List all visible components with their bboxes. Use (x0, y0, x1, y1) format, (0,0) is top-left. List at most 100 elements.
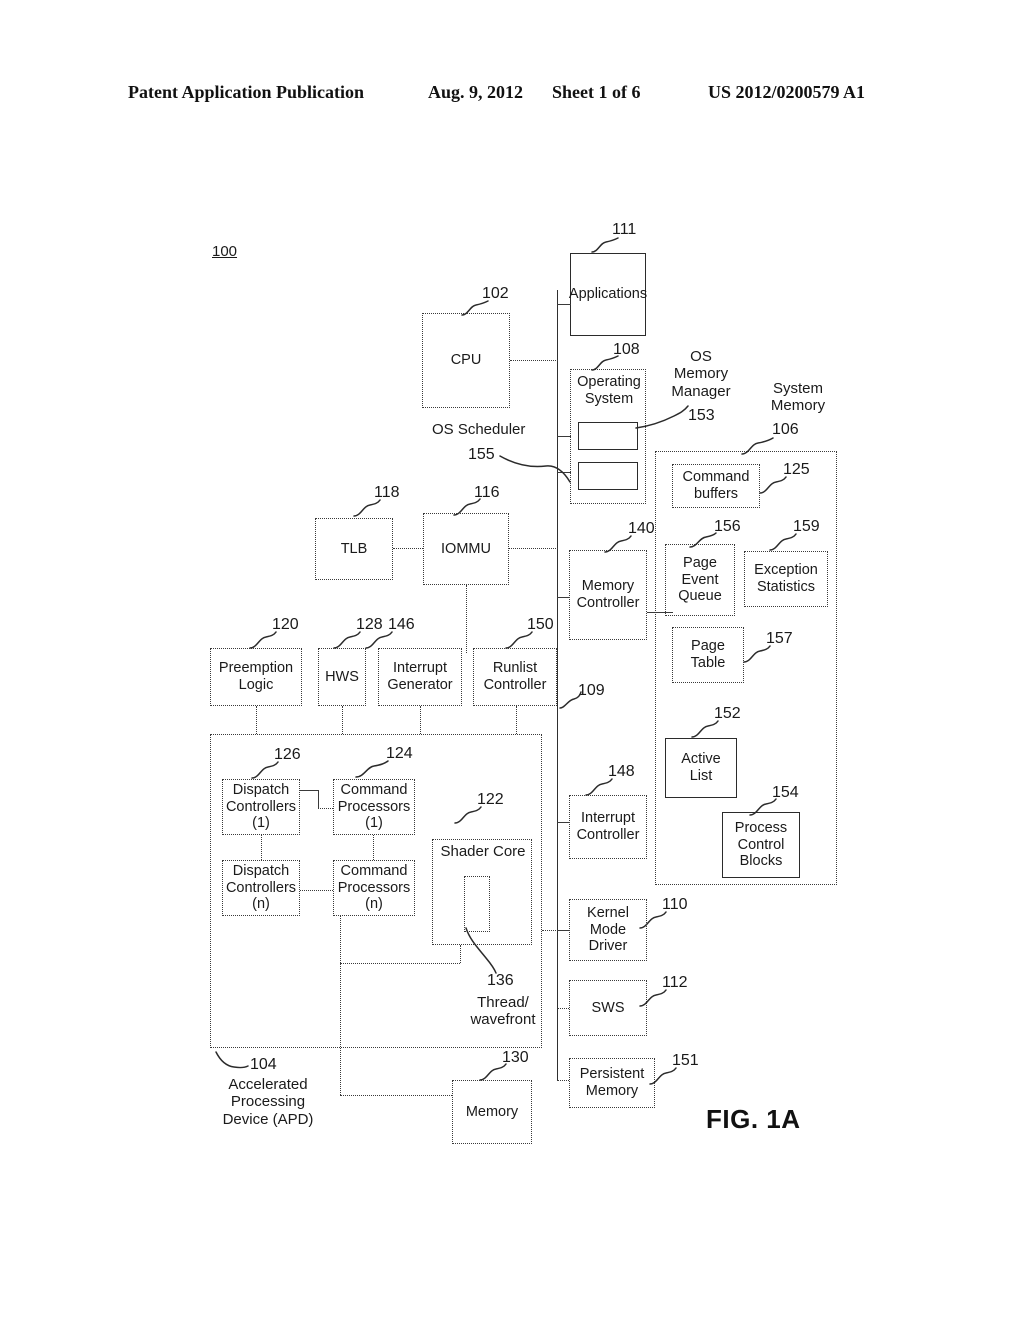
block-dispatch-controllers-1-label: Dispatch Controllers (1) (225, 781, 297, 832)
conn-shadercore-left (340, 963, 460, 964)
block-command-processors-n[interactable]: Command Processors (n) (333, 860, 415, 916)
block-cpu-label: CPU (450, 352, 482, 369)
ref-110: 110 (662, 896, 688, 913)
figure-caption: FIG. 1A (706, 1104, 801, 1134)
block-cpu[interactable]: CPU (422, 313, 510, 408)
conn-iommu-down (466, 585, 467, 653)
block-page-event-queue-label: Page Event Queue (678, 554, 722, 605)
ref-126: 126 (274, 746, 301, 763)
block-persistent-memory[interactable]: Persistent Memory (569, 1058, 655, 1108)
block-os-subcomponent-lower[interactable] (578, 462, 638, 490)
conn-bus-sws (557, 1008, 569, 1009)
block-exception-statistics[interactable]: Exception Statistics (744, 551, 828, 607)
block-shader-core-thread-unit[interactable] (464, 876, 490, 932)
block-kernel-mode-driver-label: Kernel Mode Driver (587, 904, 629, 955)
block-runlist-controller[interactable]: Runlist Controller (473, 648, 557, 706)
block-command-processors-1-label: Command Processors (1) (337, 781, 411, 832)
block-os-subcomponent-upper[interactable] (578, 422, 638, 450)
ref-155-leader (499, 455, 571, 483)
page-header: Patent Application Publication Aug. 9, 2… (0, 82, 1024, 112)
block-memory[interactable]: Memory (452, 1080, 532, 1144)
block-sws[interactable]: SWS (569, 980, 647, 1036)
conn-bus-applications (557, 304, 571, 305)
header-patent-number: US 2012/0200579 A1 (708, 82, 866, 102)
ref-159: 159 (793, 518, 820, 535)
ref-128: 128 (356, 616, 383, 633)
block-operating-system[interactable]: Operating System (570, 369, 646, 504)
ref-136: 136 (487, 972, 514, 989)
block-command-buffers[interactable]: Command buffers (672, 464, 760, 508)
label-apd: Accelerated Processing Device (APD) (222, 1076, 314, 1128)
ref-124: 124 (386, 745, 413, 762)
ref-150: 150 (527, 616, 554, 633)
block-command-buffers-label: Command buffers (682, 469, 750, 502)
ref-104: 104 (250, 1056, 277, 1073)
ref-102: 102 (482, 285, 509, 302)
system-ref-100: 100 (212, 243, 238, 260)
patent-figure-page: Patent Application Publication Aug. 9, 2… (0, 0, 1024, 1320)
block-active-list[interactable]: Active List (665, 738, 737, 798)
conn-runlist-apd (516, 706, 517, 734)
conn-cmdprocn-down (340, 916, 341, 963)
conn-iommu-bus (509, 548, 558, 549)
block-dispatch-controllers-n[interactable]: Dispatch Controllers (n) (222, 860, 300, 916)
block-iommu[interactable]: IOMMU (423, 513, 509, 585)
conn-bus-os-lower (557, 472, 571, 473)
block-process-control-blocks[interactable]: Process Control Blocks (722, 812, 800, 878)
conn-preemption-apd (256, 706, 257, 734)
block-interrupt-controller-label: Interrupt Controller (576, 810, 640, 843)
block-command-processors-1[interactable]: Command Processors (1) (333, 779, 415, 835)
block-page-table[interactable]: Page Table (672, 627, 744, 683)
ref-148: 148 (608, 763, 635, 780)
ref-157: 157 (766, 630, 793, 647)
block-memory-controller-label: Memory Controller (576, 578, 640, 611)
ref-118: 118 (374, 484, 400, 501)
ref-120: 120 (272, 616, 299, 633)
block-hws-label: HWS (325, 668, 359, 685)
block-iommu-label: IOMMU (441, 540, 491, 557)
block-dispatch-controllers-n-label: Dispatch Controllers (n) (225, 862, 297, 913)
block-preemption-logic[interactable]: Preemption Logic (210, 648, 302, 706)
block-memory-controller[interactable]: Memory Controller (569, 550, 647, 640)
conn-apd-bus (542, 930, 558, 931)
ref-154: 154 (772, 784, 799, 801)
ref-151: 151 (672, 1052, 699, 1069)
conn-apd-memory (340, 1095, 452, 1096)
header-sheet: Sheet 1 of 6 (552, 82, 641, 102)
ref-122: 122 (477, 791, 504, 808)
conn-bus-persistent-memory (557, 1080, 569, 1081)
conn-shadercore-down (460, 945, 461, 963)
ref-116: 116 (474, 484, 500, 501)
block-interrupt-generator[interactable]: Interrupt Generator (378, 648, 462, 706)
ref-153: 153 (688, 407, 715, 424)
block-shader-core[interactable]: Shader Core (432, 839, 532, 945)
ref-106: 106 (772, 421, 799, 438)
block-interrupt-generator-label: Interrupt Generator (387, 660, 453, 693)
annotation-os-scheduler: OS Scheduler (432, 421, 526, 438)
block-page-event-queue[interactable]: Page Event Queue (665, 544, 735, 616)
block-page-table-label: Page Table (690, 638, 726, 671)
header-publication: Patent Application Publication (128, 82, 365, 102)
ref-140: 140 (628, 520, 655, 537)
block-kernel-mode-driver[interactable]: Kernel Mode Driver (569, 899, 647, 961)
ref-104-leader (215, 1051, 249, 1069)
conn-memory-controller-sysmem (647, 612, 673, 613)
block-interrupt-controller[interactable]: Interrupt Controller (569, 795, 647, 859)
system-bus-line (557, 290, 558, 1080)
block-applications[interactable]: Applications (569, 253, 647, 336)
conn-cmdproc-1-n (373, 835, 374, 860)
block-tlb[interactable]: TLB (315, 518, 393, 580)
header-date: Aug. 9, 2012 (428, 82, 524, 102)
block-hws[interactable]: HWS (318, 648, 366, 706)
block-dispatch-controllers-1[interactable]: Dispatch Controllers (1) (222, 779, 300, 835)
block-exception-statistics-label: Exception Statistics (754, 562, 818, 595)
conn-apd-memory-drop (340, 963, 341, 1095)
block-active-list-label: Active List (681, 751, 721, 784)
conn-bus-kernel-mode-driver (557, 930, 569, 931)
block-sws-label: SWS (591, 999, 625, 1016)
annotation-os-memory-manager: OS Memory Manager (671, 348, 731, 400)
block-shader-core-label: Shader Core (440, 843, 526, 860)
ref-125: 125 (783, 461, 810, 478)
conn-hws-apd (342, 706, 343, 734)
conn-bus-interrupt-controller (557, 822, 569, 823)
